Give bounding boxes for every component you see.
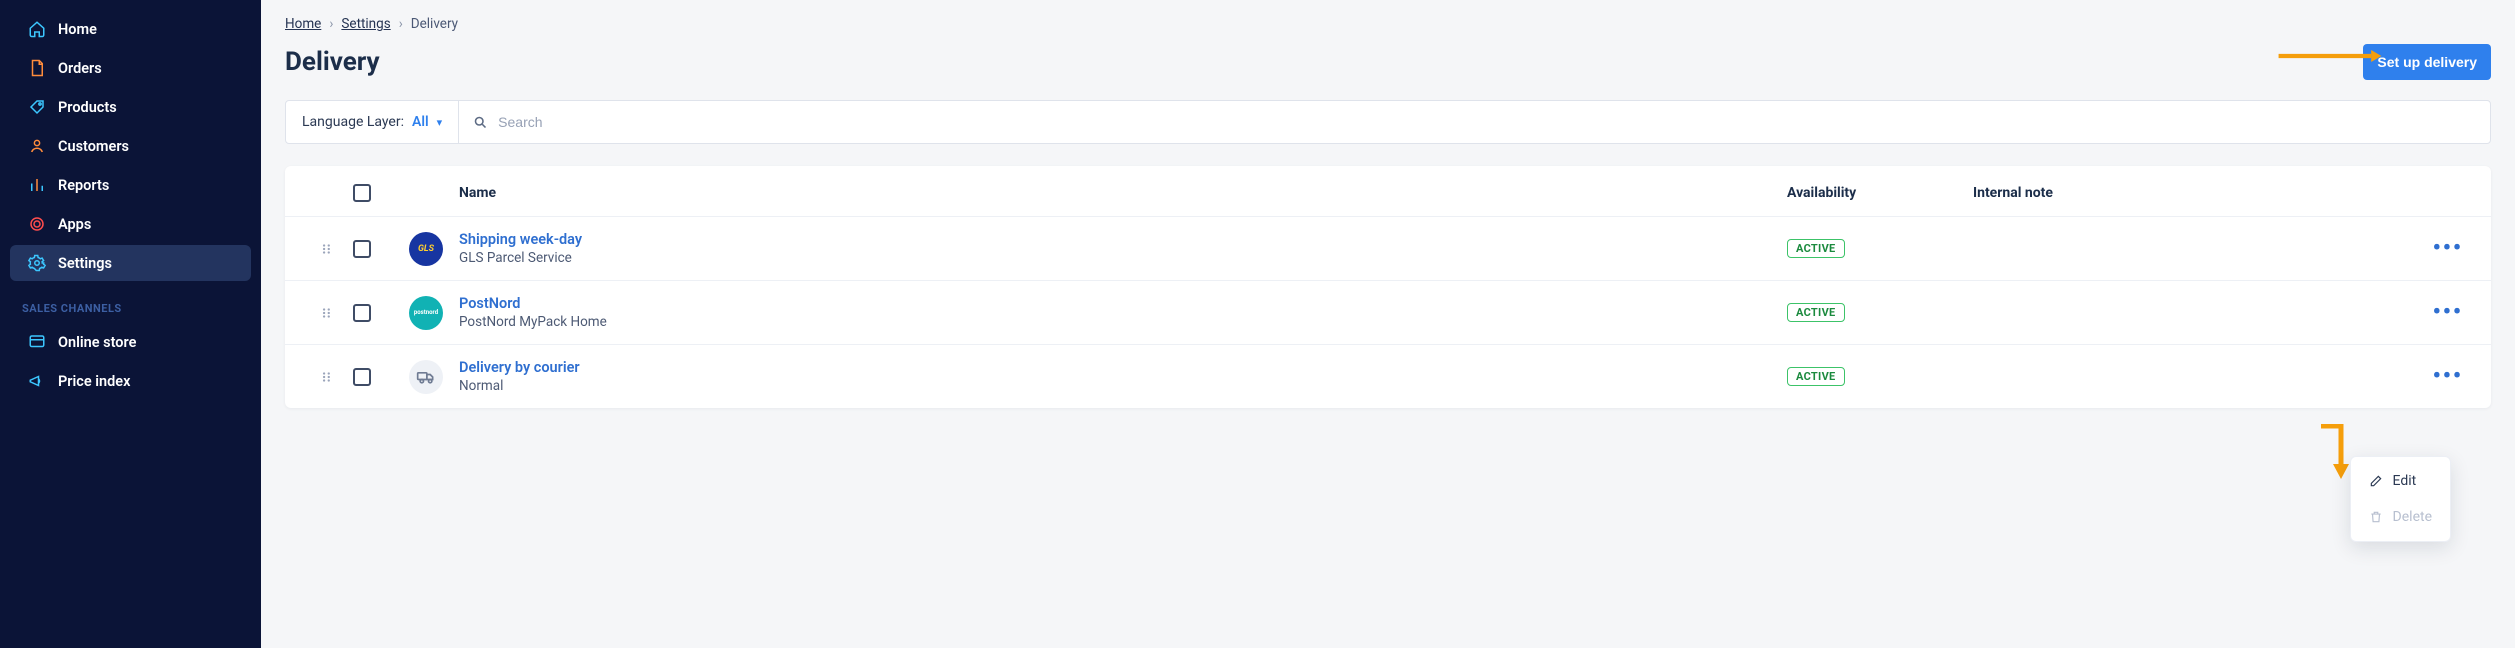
- dropdown-item-edit[interactable]: Edit: [2351, 463, 2450, 499]
- sidebar-item-online-store[interactable]: Online store: [10, 324, 251, 360]
- breadcrumb-home[interactable]: Home: [285, 16, 321, 32]
- breadcrumb: Home › Settings › Delivery: [285, 10, 2491, 44]
- sidebar-item-settings[interactable]: Settings: [10, 245, 251, 281]
- column-header-availability: Availability: [1787, 185, 1967, 201]
- status-badge: ACTIVE: [1787, 367, 1845, 386]
- trash-icon: [2369, 510, 2383, 524]
- delivery-subtitle: PostNord MyPack Home: [459, 314, 1781, 330]
- drag-handle-icon[interactable]: [307, 370, 347, 384]
- dropdown-item-label: Delete: [2393, 509, 2432, 525]
- delivery-subtitle: GLS Parcel Service: [459, 250, 1781, 266]
- select-all-checkbox[interactable]: [353, 184, 371, 202]
- provider-logo: postnord: [409, 296, 443, 330]
- sidebar-item-label: Reports: [58, 177, 109, 194]
- drag-handle-icon[interactable]: [307, 242, 347, 256]
- tag-icon: [28, 98, 46, 116]
- sidebar-item-customers[interactable]: Customers: [10, 128, 251, 164]
- row-more-button[interactable]: •••: [2427, 366, 2469, 388]
- row-checkbox[interactable]: [353, 368, 371, 386]
- row-actions-dropdown: Edit Delete: [2350, 456, 2451, 542]
- row-more-button[interactable]: •••: [2427, 238, 2469, 260]
- sidebar: Home Orders Products Customers Reports: [0, 0, 261, 648]
- main-content: Home › Settings › Delivery Delivery Set …: [261, 0, 2515, 648]
- apps-icon: [28, 215, 46, 233]
- row-more-button[interactable]: •••: [2427, 302, 2469, 324]
- search-icon: [473, 115, 488, 130]
- filter-bar: Language Layer: All ▾: [285, 100, 2491, 144]
- delivery-name-link[interactable]: PostNord: [459, 295, 520, 312]
- sidebar-item-apps[interactable]: Apps: [10, 206, 251, 242]
- chevron-right-icon: ›: [399, 16, 403, 32]
- chevron-right-icon: ›: [329, 16, 333, 32]
- sidebar-item-label: Price index: [58, 373, 130, 390]
- status-badge: ACTIVE: [1787, 239, 1845, 258]
- chart-icon: [28, 176, 46, 194]
- table-row: Delivery by courier Normal ACTIVE •••: [285, 344, 2491, 408]
- sidebar-item-reports[interactable]: Reports: [10, 167, 251, 203]
- sidebar-item-label: Home: [58, 21, 97, 38]
- row-checkbox[interactable]: [353, 240, 371, 258]
- language-layer-label: Language Layer:: [302, 114, 404, 130]
- sidebar-item-label: Products: [58, 99, 117, 116]
- table-row: GLS Shipping week-day GLS Parcel Service…: [285, 216, 2491, 280]
- dropdown-item-label: Edit: [2393, 473, 2417, 489]
- home-icon: [28, 20, 46, 38]
- breadcrumb-settings[interactable]: Settings: [341, 16, 390, 32]
- row-checkbox[interactable]: [353, 304, 371, 322]
- sidebar-item-price-index[interactable]: Price index: [10, 363, 251, 399]
- user-icon: [28, 137, 46, 155]
- pencil-icon: [2369, 474, 2383, 488]
- megaphone-icon: [28, 372, 46, 390]
- page-title: Delivery: [285, 47, 380, 77]
- sidebar-item-label: Apps: [58, 216, 91, 233]
- sidebar-item-label: Online store: [58, 334, 136, 351]
- column-header-note: Internal note: [1973, 185, 2393, 201]
- dropdown-item-delete: Delete: [2351, 499, 2450, 535]
- search-input[interactable]: [498, 114, 2476, 130]
- sidebar-item-products[interactable]: Products: [10, 89, 251, 125]
- sidebar-section-label: SALES CHANNELS: [0, 284, 261, 321]
- orders-icon: [28, 59, 46, 77]
- language-layer-value: All: [412, 114, 429, 130]
- delivery-name-link[interactable]: Delivery by courier: [459, 359, 580, 376]
- table-row: postnord PostNord PostNord MyPack Home A…: [285, 280, 2491, 344]
- column-header-name: Name: [459, 185, 1781, 201]
- sidebar-item-label: Orders: [58, 60, 102, 77]
- status-badge: ACTIVE: [1787, 303, 1845, 322]
- delivery-subtitle: Normal: [459, 378, 1781, 394]
- sidebar-item-label: Settings: [58, 255, 112, 272]
- provider-logo: GLS: [409, 232, 443, 266]
- delivery-table: Name Availability Internal note GLS Ship…: [285, 166, 2491, 408]
- setup-delivery-button[interactable]: Set up delivery: [2363, 44, 2491, 80]
- sidebar-item-home[interactable]: Home: [10, 11, 251, 47]
- sidebar-item-orders[interactable]: Orders: [10, 50, 251, 86]
- drag-handle-icon[interactable]: [307, 306, 347, 320]
- gear-icon: [28, 254, 46, 272]
- annotation-arrow: [2319, 424, 2349, 479]
- truck-icon: [409, 360, 443, 394]
- chevron-down-icon: ▾: [437, 116, 443, 129]
- delivery-name-link[interactable]: Shipping week-day: [459, 231, 582, 248]
- store-icon: [28, 333, 46, 351]
- sidebar-item-label: Customers: [58, 138, 129, 155]
- language-layer-select[interactable]: Language Layer: All ▾: [286, 101, 459, 143]
- breadcrumb-current: Delivery: [411, 16, 458, 32]
